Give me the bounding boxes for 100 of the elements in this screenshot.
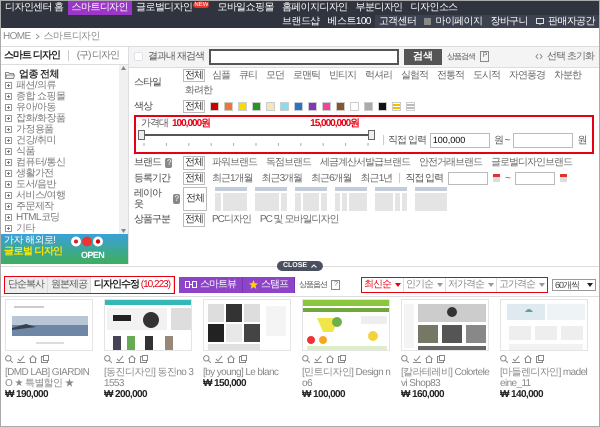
product-title[interactable]: [민트디자인] Design no6	[302, 366, 393, 388]
nav-tab[interactable]: 스마트디자인	[68, 1, 132, 14]
nav-link[interactable]: 장바구니	[486, 14, 532, 28]
color-swatch[interactable]	[224, 102, 233, 111]
filter-option[interactable]: 전체	[183, 100, 205, 113]
tree-item[interactable]: 주문제작	[16, 201, 54, 212]
slider-handle[interactable]	[138, 130, 145, 140]
expand-icon[interactable]	[5, 82, 12, 89]
check-icon[interactable]	[314, 354, 322, 362]
window-icon[interactable]	[239, 354, 247, 362]
slider-handle[interactable]	[368, 130, 375, 140]
home-icon[interactable]	[128, 354, 136, 362]
expand-icon[interactable]	[5, 159, 12, 166]
zoom-icon[interactable]	[401, 354, 409, 362]
product-title[interactable]: [칼라테레비] Colortelevi Shop83	[401, 366, 492, 388]
filter-option[interactable]: 전체	[183, 187, 207, 211]
view-button[interactable]: 스탬프	[243, 277, 296, 292]
color-swatch[interactable]	[294, 102, 303, 111]
zoom-icon[interactable]	[104, 354, 112, 362]
filter-option[interactable]: 차분한	[552, 68, 583, 82]
filter-option[interactable]: 도시적	[471, 68, 502, 82]
color-swatch[interactable]	[336, 102, 345, 111]
nav-tab[interactable]: 디자인소스	[406, 1, 462, 14]
product-title[interactable]: [동진디자인] 동진no 31553	[104, 366, 195, 388]
filter-option[interactable]: 최근1년	[358, 172, 394, 185]
date-field[interactable]	[448, 172, 488, 185]
expand-icon[interactable]	[5, 104, 12, 111]
sort-option[interactable]: 최신순	[362, 278, 403, 292]
product-title[interactable]: [DMD LAB] GIARDINO ★ 특별할인 ★	[5, 366, 96, 388]
filter-option[interactable]: 심플	[210, 68, 232, 82]
filter-option[interactable]: 빈티지	[327, 68, 358, 82]
help-button[interactable]: ?	[172, 194, 180, 204]
nav-tab[interactable]: 브랜드샵	[278, 14, 324, 28]
tree-item[interactable]: 건강/취미	[16, 135, 56, 146]
tree-item[interactable]: 유아/아동	[16, 102, 56, 113]
zoom-icon[interactable]	[5, 354, 13, 362]
breadcrumb-link[interactable]: 스마트디자인	[44, 31, 100, 42]
filter-option[interactable]: 전체	[183, 172, 205, 185]
filter-option[interactable]: PC 및 모바일디자인	[258, 213, 340, 226]
per-page-select[interactable]: 60개씩	[552, 278, 596, 291]
nav-tab[interactable]: 모바일쇼핑몰	[213, 1, 278, 14]
filter-option[interactable]: 안전거래브랜드	[417, 156, 484, 170]
price-field[interactable]: 100,000	[430, 132, 490, 148]
filter-option[interactable]: 전통적	[435, 68, 466, 82]
filter-option[interactable]: 모던	[264, 68, 286, 82]
tree-item[interactable]: 컴퓨터/통신	[16, 157, 66, 168]
expand-icon[interactable]	[5, 137, 12, 144]
home-icon[interactable]	[29, 354, 37, 362]
color-swatch[interactable]	[238, 102, 247, 111]
zoom-icon[interactable]	[500, 354, 508, 362]
window-icon[interactable]	[338, 354, 346, 362]
tree-item[interactable]: 잡화/화장품	[16, 113, 66, 124]
check-icon[interactable]	[215, 354, 223, 362]
view-button[interactable]: 스마트뷰	[179, 277, 244, 292]
filter-option[interactable]: 전체	[183, 68, 205, 82]
banner[interactable]: 가자 해외로! 글로벌 디자인 OPEN	[1, 234, 128, 264]
tree-item[interactable]: 패션/의류	[16, 80, 56, 91]
sidebar-tab[interactable]: (구) 디자인	[76, 50, 120, 61]
home-icon[interactable]	[326, 354, 334, 362]
tree-item[interactable]: 도서/음반	[16, 179, 56, 190]
window-icon[interactable]	[437, 354, 445, 362]
expand-icon[interactable]	[5, 93, 12, 100]
calendar-icon[interactable]	[493, 174, 500, 182]
color-swatch[interactable]	[266, 102, 275, 111]
expand-icon[interactable]	[5, 181, 12, 188]
filter-option[interactable]: 실험적	[399, 68, 430, 82]
date-field[interactable]	[514, 172, 555, 185]
sort-option[interactable]: 저가격순	[444, 278, 496, 292]
filter-option[interactable]: 글로벌디자인브랜드	[489, 156, 574, 170]
color-swatch[interactable]	[252, 102, 261, 111]
color-swatch[interactable]	[378, 102, 387, 111]
filter-option[interactable]: 화려한	[183, 84, 214, 98]
tree-item[interactable]: 서비스/여행	[16, 190, 66, 201]
filter-option[interactable]: 독점브랜드	[264, 156, 313, 170]
filter-option[interactable]: 자연풍경	[507, 68, 547, 82]
calendar-icon[interactable]	[560, 174, 567, 182]
home-icon[interactable]	[227, 354, 235, 362]
expand-icon[interactable]	[5, 115, 12, 122]
home-icon[interactable]	[425, 354, 433, 362]
check-icon[interactable]	[512, 354, 520, 362]
filter-option[interactable]: 최근3개월	[260, 172, 304, 185]
filter-tab[interactable]: 단순복사	[5, 277, 48, 292]
nav-tab[interactable]: 부분디자인	[352, 1, 407, 14]
sidebar-tab[interactable]: 스마트 디자인	[4, 50, 60, 61]
help-button[interactable]: ?	[165, 158, 172, 168]
zoom-icon[interactable]	[302, 354, 310, 362]
filter-tab[interactable]: 원본제공	[48, 277, 91, 292]
expand-icon[interactable]	[5, 170, 12, 177]
filter-option[interactable]: 큐티	[237, 68, 259, 82]
filter-option[interactable]: 럭셔리	[363, 68, 394, 82]
filter-option[interactable]: PC디자인	[210, 213, 253, 226]
color-swatch[interactable]	[406, 102, 415, 111]
product-title[interactable]: [마들렌디자인] madeleine_11	[500, 366, 591, 388]
filter-option[interactable]: 파워브랜드	[210, 156, 259, 170]
search-button[interactable]: 검색	[404, 48, 442, 64]
filter-option[interactable]: 최근1개월	[210, 172, 255, 185]
expand-icon[interactable]	[5, 192, 12, 199]
color-swatch[interactable]	[210, 102, 219, 111]
expand-icon[interactable]	[5, 214, 12, 221]
expand-icon[interactable]	[5, 203, 12, 210]
